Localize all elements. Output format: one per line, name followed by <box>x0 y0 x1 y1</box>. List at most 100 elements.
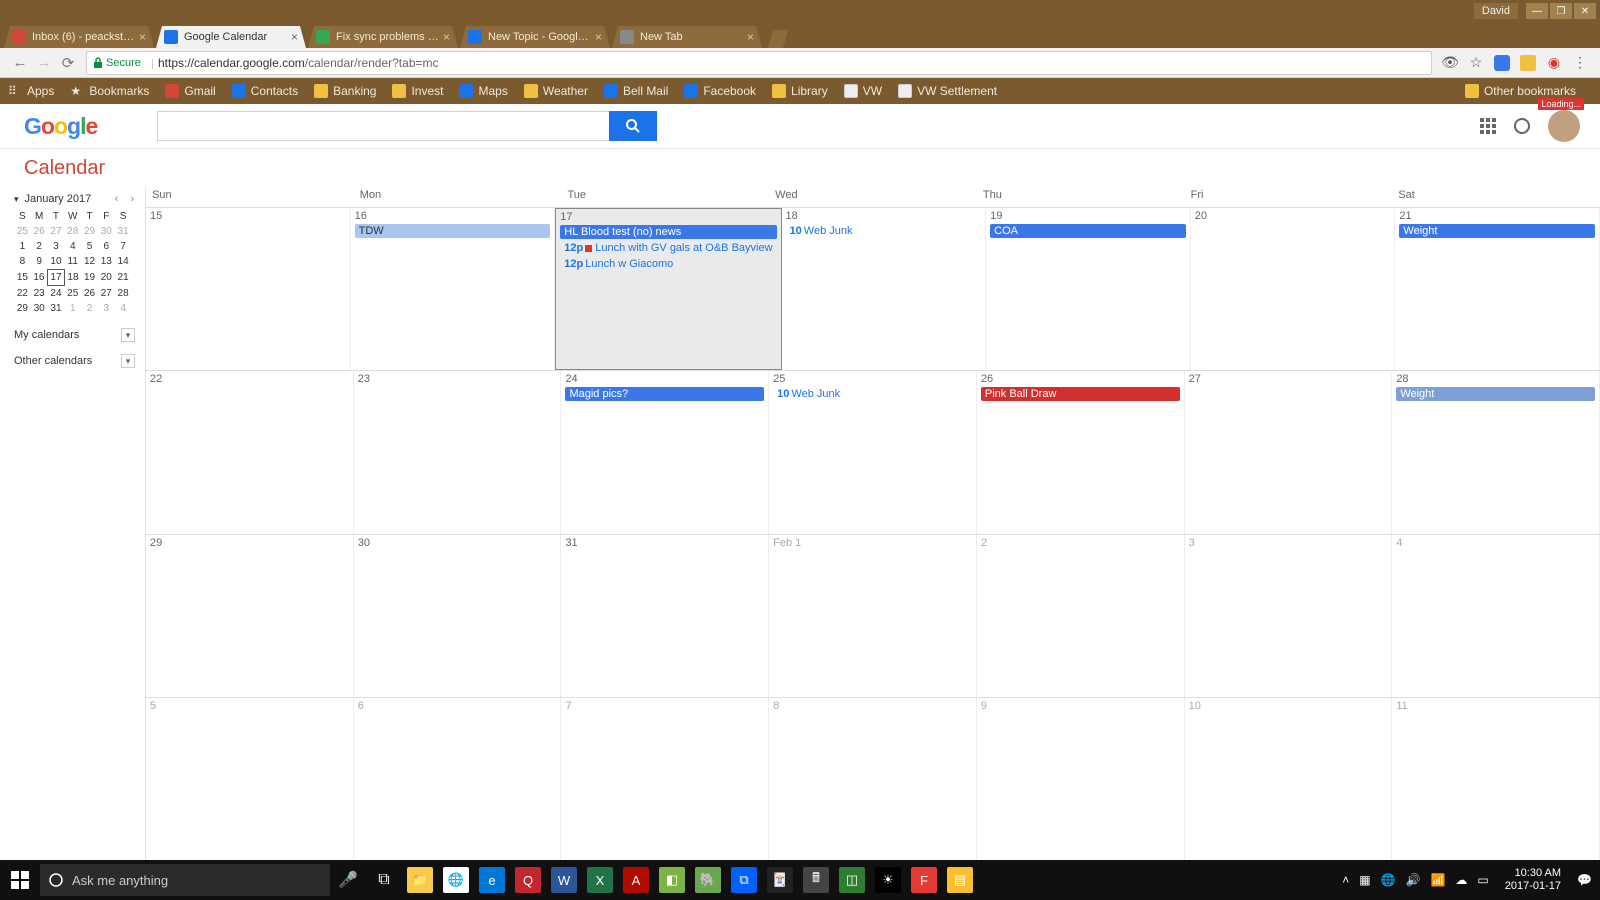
mic-icon[interactable]: 🎤 <box>334 866 362 894</box>
calendar-day-cell[interactable]: 16TDW <box>351 208 556 370</box>
mini-day[interactable]: 20 <box>98 270 115 286</box>
bookmark-item[interactable]: Weather <box>524 84 588 98</box>
bookmark-item[interactable]: Maps <box>459 84 507 98</box>
taskbar-app-icon[interactable]: X <box>586 866 614 894</box>
bookmark-item[interactable]: Gmail <box>165 84 215 98</box>
mini-day[interactable]: 2 <box>31 239 48 254</box>
calendar-event[interactable]: Weight <box>1396 387 1595 401</box>
search-button[interactable] <box>609 111 657 141</box>
nav-back-button[interactable]: ← <box>8 51 32 75</box>
calendar-day-cell[interactable]: 11 <box>1392 698 1600 860</box>
calendar-event[interactable]: TDW <box>355 224 551 238</box>
mini-day[interactable]: 16 <box>31 270 48 286</box>
apps-button[interactable]: ⠿ Apps <box>8 84 54 98</box>
calendar-day-cell[interactable]: 28Weight <box>1392 371 1600 533</box>
bookmark-item[interactable]: Library <box>772 84 828 98</box>
mini-day[interactable]: 1 <box>64 301 81 316</box>
nav-reload-button[interactable]: ⟳ <box>56 51 80 75</box>
calendar-day-cell[interactable]: 27 <box>1185 371 1393 533</box>
bookmark-item[interactable]: VW Settlement <box>898 84 997 98</box>
calendar-event[interactable]: Pink Ball Draw <box>981 387 1180 401</box>
action-center-icon[interactable]: 💬 <box>1577 873 1592 887</box>
taskbar-app-icon[interactable]: 📁 <box>406 866 434 894</box>
tab-close-icon[interactable]: × <box>747 30 754 44</box>
mini-prev-button[interactable]: ‹ <box>112 193 122 205</box>
extension-icon-1[interactable] <box>1494 55 1510 71</box>
taskbar-app-icon[interactable]: F <box>910 866 938 894</box>
calendar-event[interactable]: 12pLunch with GV gals at O&B Bayview <box>560 241 776 255</box>
calendar-event[interactable]: Magid pics? <box>565 387 764 401</box>
chrome-menu-icon[interactable]: ⋮ <box>1572 55 1588 71</box>
mini-day[interactable]: 11 <box>64 254 81 270</box>
bookmark-item[interactable]: Facebook <box>684 84 756 98</box>
calendar-day-cell[interactable]: 10 <box>1185 698 1393 860</box>
taskbar-app-icon[interactable]: 🖩 <box>802 866 830 894</box>
taskbar-app-icon[interactable]: A <box>622 866 650 894</box>
mini-day[interactable]: 9 <box>31 254 48 270</box>
calendar-day-cell[interactable]: 6 <box>354 698 562 860</box>
mini-day[interactable]: 6 <box>98 239 115 254</box>
mini-day[interactable]: 19 <box>81 270 98 286</box>
calendar-day-cell[interactable]: 2 <box>977 535 1185 697</box>
tab-close-icon[interactable]: × <box>139 30 146 44</box>
bookmark-item[interactable]: Contacts <box>232 84 298 98</box>
window-maximize-button[interactable]: ❐ <box>1550 3 1572 19</box>
mini-day[interactable]: 26 <box>81 286 98 302</box>
calendar-event[interactable]: 10Web Junk <box>773 387 972 401</box>
tray-cloud-icon[interactable]: ☁ <box>1455 873 1467 887</box>
tray-battery-icon[interactable]: ▭ <box>1477 873 1488 887</box>
browser-tab[interactable]: Google Calendar× <box>156 26 306 48</box>
calendar-day-cell[interactable]: 9 <box>977 698 1185 860</box>
taskbar-app-icon[interactable]: W <box>550 866 578 894</box>
mini-day[interactable]: 26 <box>31 224 48 239</box>
calendar-day-cell[interactable]: 30 <box>354 535 562 697</box>
start-button[interactable] <box>0 860 40 900</box>
omnibox[interactable]: Secure | https://calendar.google.com/cal… <box>86 51 1432 75</box>
tray-volume-icon[interactable]: 🔊 <box>1406 873 1421 887</box>
mini-day[interactable]: 31 <box>115 224 132 239</box>
mini-day[interactable]: 4 <box>115 301 132 316</box>
mini-day[interactable]: 28 <box>115 286 132 302</box>
taskbar-app-icon[interactable]: 🃏 <box>766 866 794 894</box>
search-input[interactable] <box>157 111 609 141</box>
account-avatar[interactable]: Loading... <box>1548 110 1580 142</box>
mini-day[interactable]: 14 <box>115 254 132 270</box>
mini-month-dropdown-icon[interactable]: ▾ <box>14 194 19 205</box>
calendar-day-cell[interactable]: 26Pink Ball Draw <box>977 371 1185 533</box>
mini-day[interactable]: 22 <box>14 286 31 302</box>
bookmark-item[interactable]: Bell Mail <box>604 84 668 98</box>
taskbar-app-icon[interactable]: ☀ <box>874 866 902 894</box>
notifications-icon[interactable] <box>1514 118 1530 134</box>
taskbar-app-icon[interactable]: ▤ <box>946 866 974 894</box>
calendar-day-cell[interactable]: 17HL Blood test (no) news12pLunch with G… <box>555 208 781 370</box>
mini-day[interactable]: 10 <box>48 254 65 270</box>
calendar-event[interactable]: 12pLunch w Giacomo <box>560 257 776 271</box>
calendar-event[interactable]: COA <box>990 224 1186 238</box>
mini-day[interactable]: 5 <box>81 239 98 254</box>
window-close-button[interactable]: ✕ <box>1574 3 1596 19</box>
task-view-icon[interactable]: ⧉ <box>370 866 398 894</box>
mini-day[interactable]: 29 <box>81 224 98 239</box>
calendar-day-cell[interactable]: Feb 1 <box>769 535 977 697</box>
calendar-day-cell[interactable]: 19COA <box>986 208 1191 370</box>
google-logo[interactable]: Google <box>24 113 97 140</box>
taskbar-app-icon[interactable]: Q <box>514 866 542 894</box>
mini-day[interactable]: 23 <box>31 286 48 302</box>
mini-day[interactable]: 3 <box>48 239 65 254</box>
mini-day[interactable]: 25 <box>14 224 31 239</box>
calendar-day-cell[interactable]: 31 <box>561 535 769 697</box>
extension-icon-3[interactable]: ◉ <box>1546 55 1562 71</box>
other-calendars-section[interactable]: Other calendars ▾ <box>14 354 137 368</box>
mini-next-button[interactable]: › <box>127 193 137 205</box>
tab-close-icon[interactable]: × <box>291 30 298 44</box>
calendar-day-cell[interactable]: 2510Web Junk <box>769 371 977 533</box>
taskbar-clock[interactable]: 10:30 AM 2017-01-17 <box>1499 867 1567 893</box>
other-bookmarks-button[interactable]: Other bookmarks <box>1465 84 1576 98</box>
calendar-event[interactable]: 10Web Junk <box>786 224 982 238</box>
calendar-day-cell[interactable]: 29 <box>146 535 354 697</box>
mini-day[interactable]: 27 <box>98 286 115 302</box>
taskbar-app-icon[interactable]: ◧ <box>658 866 686 894</box>
bookmark-star-icon[interactable]: ☆ <box>1468 55 1484 71</box>
window-minimize-button[interactable]: — <box>1526 3 1548 19</box>
calendar-day-cell[interactable]: 7 <box>561 698 769 860</box>
